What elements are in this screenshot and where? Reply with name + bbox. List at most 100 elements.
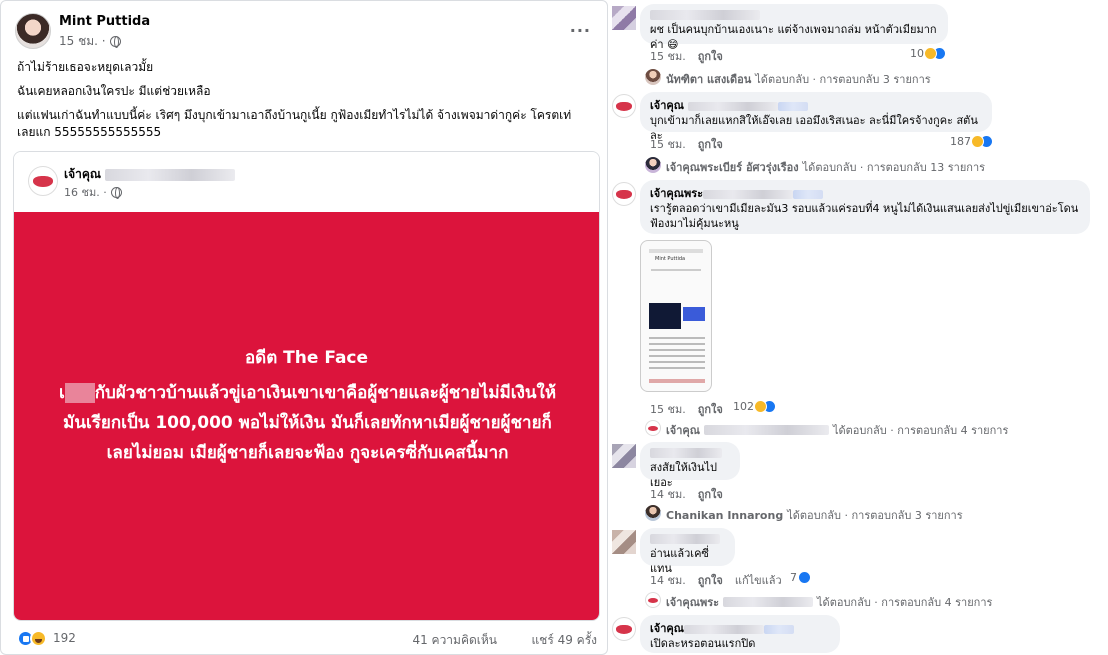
image-line	[649, 249, 703, 253]
post-card: Mint Puttida 15 ชม. · ··· ถ้าไม่ร้ายเธอจ…	[0, 0, 608, 655]
post-line: ถ้าไม่ร้ายเธอจะหยุดเลวมั้ย	[17, 60, 154, 74]
shared-author-name[interactable]: เจ้าคุณ	[64, 165, 236, 184]
comment-bubble: เจ้าคุณพระ เรารู้ตลอดว่าเขามีเมียละมัน3 …	[640, 180, 1090, 234]
image-footer	[649, 379, 705, 383]
comment-meta: 15 ชม. ถูกใจ	[650, 47, 723, 65]
like-button[interactable]: ถูกใจ	[698, 571, 723, 589]
replier-name: เจ้าคุณ	[666, 424, 700, 437]
replier-avatar	[645, 157, 661, 173]
comment-reactions[interactable]: 187	[950, 135, 993, 148]
text-background-post: อดีต The Face เกับผัวชาวบ้านแล้วขู่เอาเง…	[14, 212, 599, 620]
redacted-name	[105, 168, 236, 181]
shared-post-body: เกับผัวชาวบ้านแล้วขู่เอาเงินเขาเขาคือผู้…	[54, 378, 561, 468]
redacted-word	[64, 383, 95, 403]
redacted-name	[650, 534, 720, 544]
view-replies-link[interactable]: เจ้าคุณ ได้ตอบกลับ · การตอบกลับ 4 รายการ	[666, 421, 1008, 439]
commenter-avatar[interactable]	[612, 182, 636, 206]
shared-author-avatar[interactable]	[28, 166, 58, 196]
view-replies-link[interactable]: นัทฑิตา แสงเดือน ได้ตอบกลับ · การตอบกลับ…	[666, 70, 931, 88]
replier-avatar	[645, 592, 661, 608]
post-line: ฉันเคยหลอกเงินใครปะ มีแต่ช่วยเหลือ	[17, 84, 211, 98]
globe-icon	[110, 186, 122, 199]
like-button[interactable]: ถูกใจ	[698, 47, 723, 65]
comment-reactions[interactable]: 10	[910, 47, 946, 60]
replier-name: นัทฑิตา แสงเดือน	[666, 73, 752, 86]
shared-header: เจ้าคุณ 16 ชม. ·	[14, 152, 599, 212]
author-name[interactable]: Mint Puttida	[59, 14, 150, 29]
shared-timestamp[interactable]: 16 ชม. ·	[64, 183, 107, 201]
comment-time[interactable]: 14 ชม.	[650, 485, 686, 503]
edited-label: แก้ไขแล้ว	[734, 574, 782, 587]
post-line: แต่แฟนเก่าฉันทำแบบนี้ค่ะ เริศๆ มึงบุกเข้…	[17, 108, 572, 122]
redacted-name	[703, 189, 794, 199]
reaction-icons[interactable]	[17, 630, 51, 648]
replier-avatar	[645, 505, 661, 521]
redacted-name	[650, 448, 722, 458]
redacted-name	[650, 10, 760, 20]
reaction-count: 187	[950, 135, 971, 148]
replier-name: เจ้าคุณพระเบียร์ อัศวรุ่งเรือง	[666, 161, 799, 174]
redacted-name	[763, 624, 794, 634]
reaction-count[interactable]: 192	[53, 631, 76, 645]
comment-count[interactable]: 41 ความคิดเห็น	[412, 631, 497, 650]
reply-summary: ได้ตอบกลับ · การตอบกลับ 3 รายการ	[755, 73, 931, 86]
post-timestamp[interactable]: 15 ชม. ·	[59, 32, 106, 51]
commenter-name[interactable]: เจ้าคุณ	[650, 621, 830, 636]
comment-bubble: ผช เป็นคนบุกบ้านเองเนาะ แต่จ้างเพจมาถล่ม…	[640, 4, 948, 51]
like-button[interactable]: ถูกใจ	[698, 400, 723, 418]
redacted-name	[723, 597, 814, 607]
like-button[interactable]: ถูกใจ	[698, 135, 723, 153]
commenter-avatar[interactable]	[612, 6, 636, 30]
view-replies-link[interactable]: เจ้าคุณพระ ได้ตอบกลับ · การตอบกลับ 4 ราย…	[666, 593, 992, 611]
comment-bubble: อ่านแล้วเคซี่แทน	[640, 528, 735, 575]
commenter-label: เจ้าคุณ	[650, 99, 684, 112]
replier-avatar	[645, 69, 661, 85]
shared-post[interactable]: เจ้าคุณ 16 ชม. · อดีต The Face เกับผัวชา…	[13, 151, 600, 621]
comment-bubble: สงสัยให้เงินไปเยอะ	[640, 442, 740, 489]
commenter-avatar[interactable]	[612, 444, 636, 468]
like-button[interactable]: ถูกใจ	[698, 485, 723, 503]
commenter-name[interactable]: เจ้าคุณ	[650, 98, 982, 113]
haha-reaction-icon	[754, 400, 767, 413]
comment-reactions[interactable]: 102	[733, 400, 776, 413]
commenter-label: เจ้าคุณพระ	[650, 187, 704, 200]
commenter-avatar[interactable]	[612, 617, 636, 641]
redacted-name	[777, 101, 808, 111]
commenter-avatar[interactable]	[612, 530, 636, 554]
post-header: Mint Puttida 15 ชม. · ···	[15, 11, 595, 55]
post-footer: 192 41 ความคิดเห็น แชร์ 49 ครั้ง	[17, 628, 597, 650]
author-avatar[interactable]	[15, 13, 51, 49]
comment-time[interactable]: 14 ชม.	[650, 571, 686, 589]
reply-summary: ได้ตอบกลับ · การตอบกลับ 4 รายการ	[817, 596, 993, 609]
comment-time[interactable]: 15 ชม.	[650, 400, 686, 418]
globe-icon	[109, 36, 121, 48]
redacted-name	[687, 101, 778, 111]
commenter-label: เจ้าคุณ	[650, 622, 684, 635]
redacted-name	[683, 624, 764, 634]
comment-bubble: เจ้าคุณ เปิดละหรอตอนแรกปิด	[640, 615, 840, 653]
share-count[interactable]: แชร์ 49 ครั้ง	[531, 631, 597, 650]
shared-author-label: เจ้าคุณ	[64, 167, 102, 181]
haha-reaction-icon	[30, 630, 47, 647]
reply-summary: ได้ตอบกลับ · การตอบกลับ 3 รายการ	[787, 509, 963, 522]
image-text-block	[649, 337, 705, 371]
comment-meta: 15 ชม. ถูกใจ	[650, 400, 723, 418]
comment-reactions[interactable]: 7	[790, 571, 811, 584]
reaction-count: 102	[733, 400, 754, 413]
comment-image[interactable]: Mint Puttida	[640, 240, 712, 392]
replier-name: Chanikan Innarong	[666, 508, 784, 522]
more-options-icon[interactable]: ···	[570, 21, 591, 40]
replier-avatar	[645, 420, 661, 436]
post-text: ถ้าไม่ร้ายเธอจะหยุดเลวมั้ย ฉันเคยหลอกเงิ…	[17, 59, 597, 148]
haha-reaction-icon	[924, 47, 937, 60]
view-replies-link[interactable]: เจ้าคุณพระเบียร์ อัศวรุ่งเรือง ได้ตอบกลั…	[666, 158, 985, 176]
comment-time[interactable]: 15 ชม.	[650, 47, 686, 65]
commenter-name[interactable]: เจ้าคุณพระ	[650, 186, 1080, 201]
redacted-name	[703, 425, 829, 435]
post-time: 15 ชม. ·	[59, 32, 121, 51]
replier-name: เจ้าคุณพระ	[666, 596, 720, 609]
commenter-avatar[interactable]	[612, 94, 636, 118]
view-replies-link[interactable]: Chanikan Innarong ได้ตอบกลับ · การตอบกลั…	[666, 506, 963, 524]
comment-time[interactable]: 15 ชม.	[650, 135, 686, 153]
comment-text: เปิดละหรอตอนแรกปิด	[650, 637, 756, 650]
